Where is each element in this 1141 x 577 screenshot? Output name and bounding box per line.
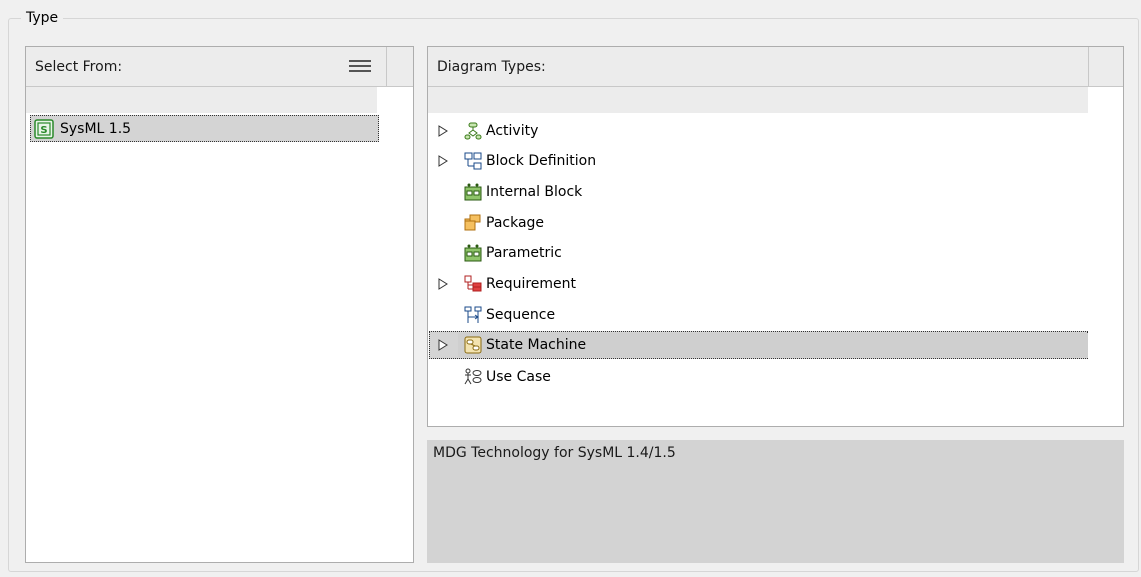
sequence-diagram-icon <box>464 306 482 323</box>
expand-arrow-icon[interactable] <box>436 154 450 168</box>
list-item-sysml-1-5[interactable]: S SysML 1.5 <box>26 115 377 143</box>
tree-item-sequence[interactable]: Sequence <box>428 301 1088 329</box>
tree-item-activity[interactable]: Activity <box>428 117 1088 145</box>
tree-item-state-machine[interactable]: State Machine <box>428 331 1088 359</box>
activity-diagram-icon <box>464 122 482 140</box>
tree-item-label: Block Definition <box>486 153 597 169</box>
expand-arrow-icon[interactable] <box>436 277 450 291</box>
type-group-title: Type <box>21 9 64 27</box>
select-from-filter-row[interactable] <box>26 87 377 113</box>
tree-item-block-definition[interactable]: Block Definition <box>428 147 1088 175</box>
diagram-types-panel: Diagram Types: Activity Block Definition <box>427 46 1124 427</box>
list-item-label: SysML 1.5 <box>60 121 132 137</box>
tree-item-parametric[interactable]: Parametric <box>428 239 1088 267</box>
diagram-types-filter-row[interactable] <box>428 87 1088 113</box>
tree-item-package[interactable]: Package <box>428 209 1088 237</box>
select-from-header-label: Select From: <box>35 59 123 75</box>
expand-arrow-icon[interactable] <box>436 338 450 352</box>
tree-item-label: Requirement <box>486 276 577 292</box>
internal-block-diagram-icon <box>464 183 482 201</box>
tree-item-label: State Machine <box>486 337 587 353</box>
requirement-diagram-icon <box>464 275 482 292</box>
package-diagram-icon <box>464 214 481 231</box>
diagram-types-header: Diagram Types: <box>428 47 1123 87</box>
header-separator <box>1088 47 1089 86</box>
tree-item-requirement[interactable]: Requirement <box>428 270 1088 298</box>
block-definition-diagram-icon <box>464 152 482 170</box>
svg-text:S: S <box>40 125 47 136</box>
tree-item-label: Package <box>486 215 545 231</box>
description-panel: MDG Technology for SysML 1.4/1.5 <box>427 440 1124 563</box>
tree-item-label: Use Case <box>486 369 551 385</box>
tree-item-use-case[interactable]: Use Case <box>428 363 1088 391</box>
hamburger-menu-icon[interactable] <box>348 58 372 74</box>
parametric-diagram-icon <box>464 244 482 262</box>
tree-item-label: Parametric <box>486 245 562 261</box>
tree-item-label: Activity <box>486 123 539 139</box>
expand-arrow-icon[interactable] <box>436 124 450 138</box>
use-case-diagram-icon <box>464 368 482 385</box>
diagram-types-header-label: Diagram Types: <box>437 59 546 75</box>
description-text: MDG Technology for SysML 1.4/1.5 <box>433 445 676 461</box>
select-from-panel: Select From: S SysML 1.5 <box>25 46 414 563</box>
select-from-header: Select From: <box>26 47 413 87</box>
tree-item-internal-block[interactable]: Internal Block <box>428 178 1088 206</box>
tree-item-label: Sequence <box>486 307 556 323</box>
header-separator <box>386 47 387 86</box>
tree-item-label: Internal Block <box>486 184 583 200</box>
sysml-package-icon: S <box>34 119 54 139</box>
state-machine-diagram-icon <box>464 336 482 354</box>
